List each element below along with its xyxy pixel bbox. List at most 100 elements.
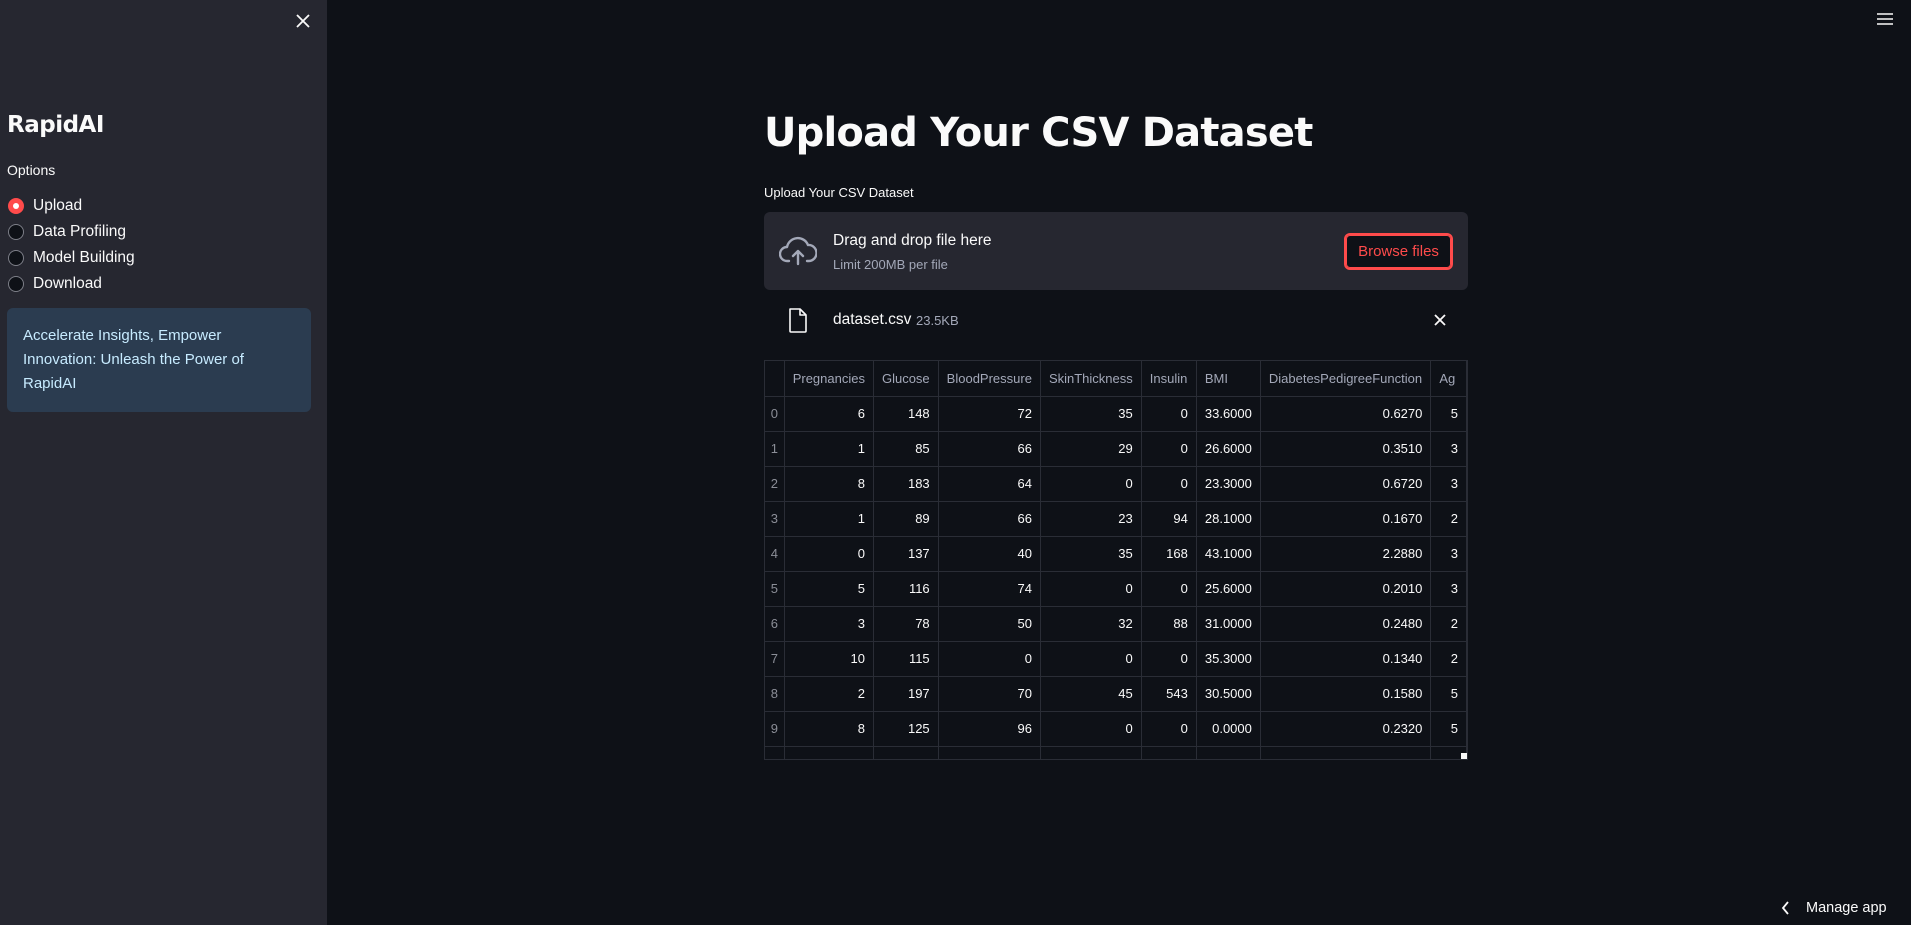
table-cell[interactable]: 35 [1040,536,1142,572]
file-dropzone[interactable]: Drag and drop file here Limit 200MB per … [764,212,1468,290]
column-header[interactable]: BloodPressure [938,361,1041,397]
table-cell[interactable]: 0 [1141,571,1197,607]
table-cell[interactable]: 2 [1430,501,1467,537]
table-cell[interactable]: 30.5000 [1196,676,1261,712]
remove-file-icon[interactable] [1430,310,1450,330]
radio-circle[interactable] [8,276,24,292]
table-cell[interactable]: 2 [1430,606,1467,642]
table-cell[interactable] [1040,746,1142,759]
table-cell[interactable]: 2 [1430,641,1467,677]
column-header[interactable]: Ag [1430,361,1467,397]
table-cell[interactable]: 125 [873,711,939,747]
table-cell[interactable]: 197 [873,676,939,712]
table-cell[interactable]: 0.1580 [1260,676,1432,712]
table-cell[interactable]: 0 [1040,641,1142,677]
row-index[interactable]: 8 [765,676,785,712]
radio-option-download[interactable]: Download [8,271,135,297]
table-cell[interactable]: 8 [784,466,874,502]
table-cell[interactable]: 74 [938,571,1041,607]
table-cell[interactable]: 23 [1040,501,1142,537]
table-cell[interactable]: 88 [1141,606,1197,642]
table-cell[interactable]: 3 [784,606,874,642]
table-cell[interactable] [873,746,939,759]
table-cell[interactable]: 168 [1141,536,1197,572]
table-cell[interactable]: 70 [938,676,1041,712]
table-cell[interactable]: 5 [1430,676,1467,712]
radio-circle[interactable] [8,250,24,266]
column-header[interactable]: Glucose [873,361,939,397]
column-header[interactable]: BMI [1196,361,1261,397]
table-cell[interactable]: 43.1000 [1196,536,1261,572]
table-cell[interactable]: 5 [1430,711,1467,747]
table-cell[interactable]: 3 [1430,466,1467,502]
table-cell[interactable]: 3 [1430,431,1467,467]
table-cell[interactable]: 5 [784,571,874,607]
table-cell[interactable] [784,746,874,759]
row-index[interactable]: 3 [765,501,785,537]
table-cell[interactable]: 78 [873,606,939,642]
table-cell[interactable]: 72 [938,396,1041,432]
table-cell[interactable]: 0.2320 [1260,711,1432,747]
radio-circle[interactable] [8,198,24,214]
table-cell[interactable]: 8 [784,711,874,747]
table-cell[interactable]: 3 [1430,571,1467,607]
table-cell[interactable]: 0.6720 [1260,466,1432,502]
table-cell[interactable]: 0 [1141,711,1197,747]
row-index[interactable]: 6 [765,606,785,642]
radio-circle[interactable] [8,224,24,240]
table-cell[interactable]: 89 [873,501,939,537]
table-cell[interactable]: 31.0000 [1196,606,1261,642]
row-index[interactable]: 9 [765,711,785,747]
table-cell[interactable] [1141,746,1197,759]
table-cell[interactable]: 35 [1040,396,1142,432]
table-cell[interactable]: 2 [784,676,874,712]
table-cell[interactable]: 50 [938,606,1041,642]
table-cell[interactable]: 2.2880 [1260,536,1432,572]
table-cell[interactable]: 0 [1141,431,1197,467]
column-header[interactable]: Insulin [1141,361,1197,397]
table-cell[interactable]: 116 [873,571,939,607]
table-cell[interactable]: 0.3510 [1260,431,1432,467]
row-index[interactable]: 2 [765,466,785,502]
table-cell[interactable]: 32 [1040,606,1142,642]
table-cell[interactable]: 0.2480 [1260,606,1432,642]
table-resize-handle[interactable] [1461,753,1467,759]
table-cell[interactable]: 183 [873,466,939,502]
table-cell[interactable]: 0 [1141,396,1197,432]
browse-files-button[interactable]: Browse files [1344,233,1453,270]
manage-app-button[interactable]: Manage app [1781,900,1887,916]
table-cell[interactable]: 0 [1040,466,1142,502]
table-cell[interactable]: 1 [784,501,874,537]
table-cell[interactable]: 66 [938,501,1041,537]
table-cell[interactable]: 64 [938,466,1041,502]
table-cell[interactable]: 25.6000 [1196,571,1261,607]
row-index[interactable]: 1 [765,431,785,467]
table-cell[interactable]: 94 [1141,501,1197,537]
row-index[interactable]: 7 [765,641,785,677]
table-cell[interactable]: 28.1000 [1196,501,1261,537]
table-cell[interactable]: 3 [1430,536,1467,572]
table-cell[interactable]: 6 [784,396,874,432]
close-sidebar-icon[interactable] [292,10,314,32]
table-cell[interactable]: 40 [938,536,1041,572]
table-cell[interactable]: 66 [938,431,1041,467]
table-cell[interactable]: 0 [1040,711,1142,747]
table-cell[interactable]: 137 [873,536,939,572]
table-cell[interactable] [1196,746,1261,759]
table-cell[interactable]: 23.3000 [1196,466,1261,502]
column-header[interactable]: Pregnancies [784,361,874,397]
table-cell[interactable]: 85 [873,431,939,467]
table-cell[interactable]: 0.0000 [1196,711,1261,747]
column-header[interactable]: SkinThickness [1040,361,1142,397]
table-cell[interactable]: 0.1670 [1260,501,1432,537]
index-header[interactable] [765,361,785,397]
table-cell[interactable]: 0 [938,641,1041,677]
table-cell[interactable]: 115 [873,641,939,677]
table-cell[interactable]: 1 [784,431,874,467]
table-cell[interactable]: 26.6000 [1196,431,1261,467]
table-cell[interactable]: 5 [1430,396,1467,432]
table-cell[interactable]: 0.2010 [1260,571,1432,607]
row-index[interactable] [765,746,785,759]
radio-option-data-profiling[interactable]: Data Profiling [8,219,135,245]
dataframe-table[interactable]: Pregnancies Glucose BloodPressure SkinThick… [764,360,1468,760]
